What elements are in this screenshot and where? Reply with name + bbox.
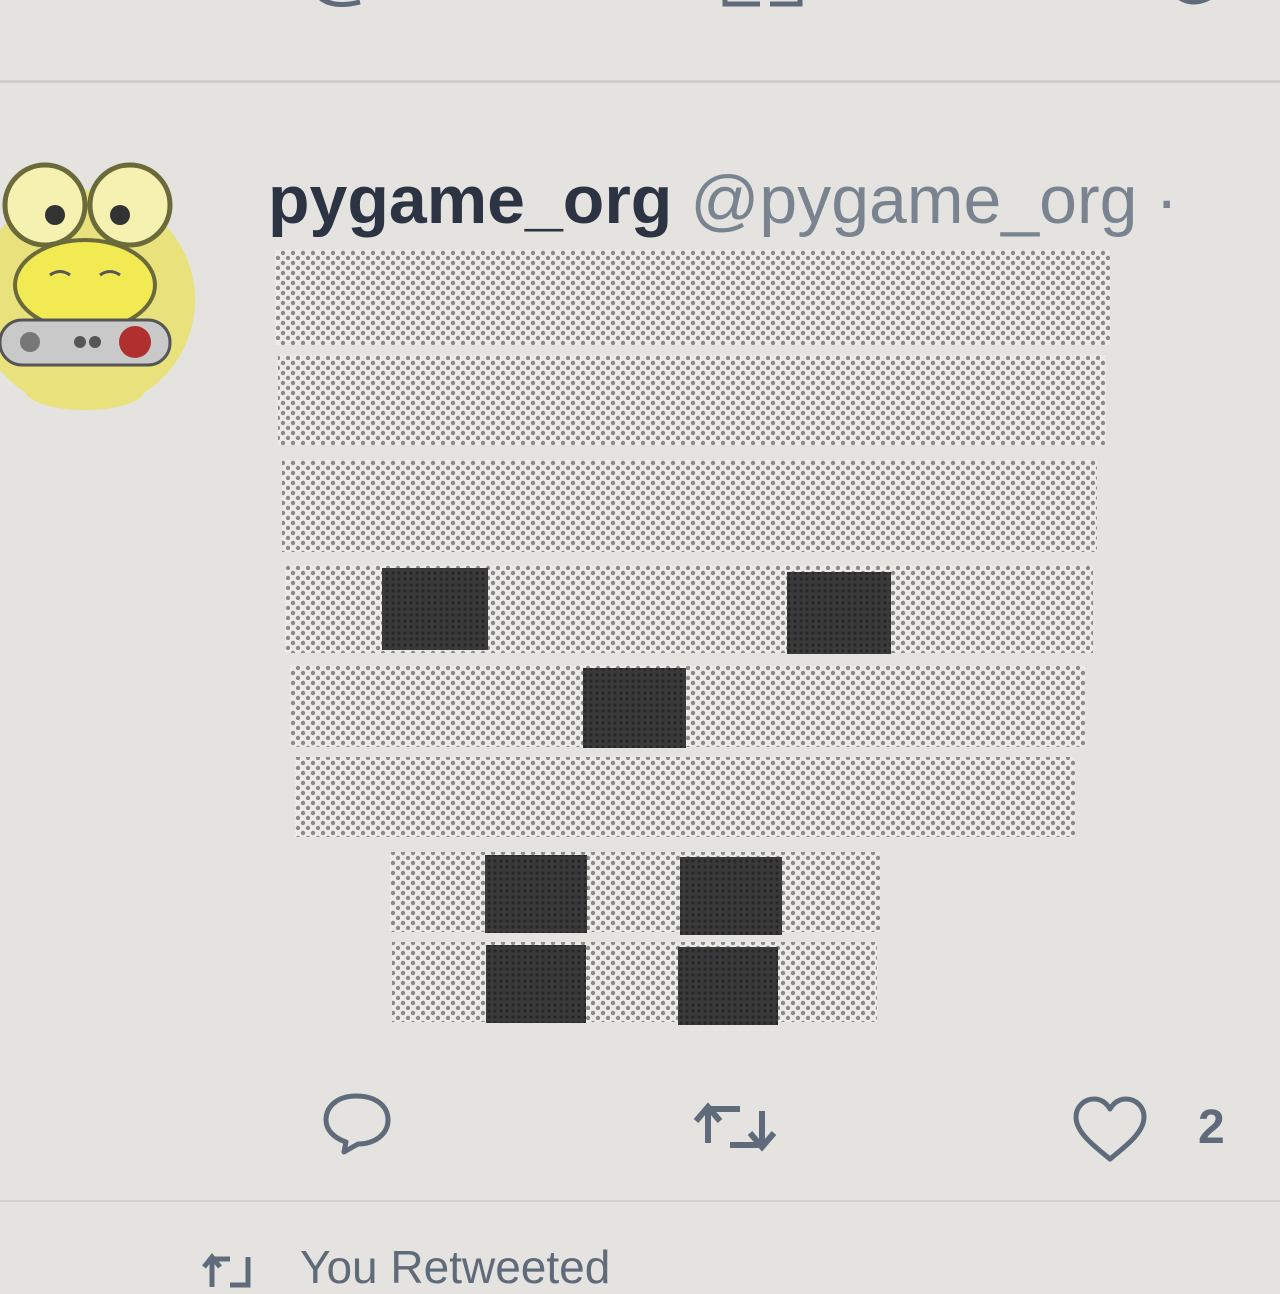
pattern-row [278,355,1106,445]
heart-icon[interactable] [1070,1095,1150,1165]
retweet-icon [202,1252,251,1288]
pattern-row [295,757,1075,837]
pattern-row [282,460,1097,552]
retweet-notice-text: You Retweeted [300,1241,611,1293]
tweet-image[interactable] [0,0,1280,1280]
pattern-block [486,945,586,1023]
pattern-block [382,568,488,650]
pattern-row [290,665,1085,747]
pattern-row [275,250,1110,345]
reply-icon[interactable] [318,1090,398,1160]
like-count: 2 [1198,1101,1225,1154]
pattern-block [583,668,686,748]
retweet-icon[interactable] [690,1095,780,1159]
retweet-notice: You Retweeted [200,1240,610,1294]
pattern-block [485,855,587,933]
pattern-block [680,857,782,935]
pattern-row [390,852,880,932]
pattern-block [787,572,891,654]
pattern-block [678,947,778,1025]
tweet-divider [0,1200,1280,1202]
pattern-row [392,942,877,1022]
